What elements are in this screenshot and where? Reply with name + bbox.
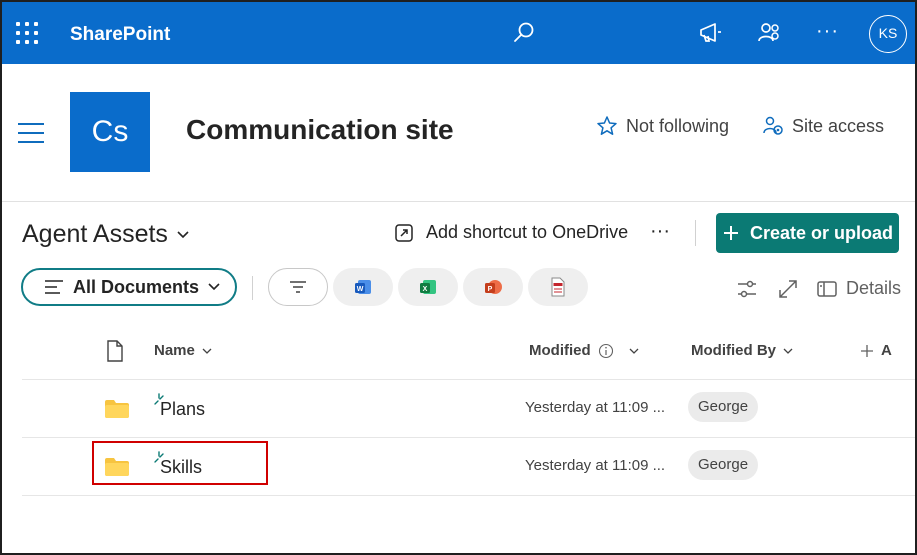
- megaphone-icon[interactable]: [696, 19, 724, 47]
- details-label: Details: [846, 278, 902, 298]
- shortcut-label: Add shortcut to OneDrive: [426, 222, 629, 242]
- word-icon: W: [355, 280, 371, 294]
- library-title-text: Agent Assets: [22, 220, 168, 248]
- filter-button[interactable]: [268, 268, 328, 306]
- create-or-upload-button[interactable]: Create or upload: [716, 213, 899, 253]
- pdf-icon: [551, 277, 565, 297]
- site-access-label: Site access: [792, 115, 885, 136]
- plus-icon: [861, 344, 873, 357]
- item-modified-by[interactable]: George: [688, 450, 759, 480]
- people-settings-icon[interactable]: [755, 19, 783, 47]
- powerpoint-icon: P: [485, 280, 502, 294]
- column-settings-icon[interactable]: [736, 278, 758, 300]
- add-column-button[interactable]: A: [860, 342, 892, 359]
- site-title[interactable]: Communication site: [186, 114, 454, 146]
- svg-text:X: X: [423, 286, 428, 293]
- column-name-label: Name: [154, 342, 195, 359]
- item-modified-by[interactable]: George: [688, 392, 759, 422]
- list-view-icon: [45, 280, 63, 294]
- details-pane-icon: [817, 280, 837, 297]
- more-commands-icon[interactable]: ···: [650, 220, 670, 243]
- chevron-down-icon: [208, 283, 220, 291]
- pdf-filter-button[interactable]: [528, 268, 588, 306]
- svg-text:P: P: [488, 286, 493, 293]
- row-divider: [22, 495, 915, 496]
- sharepoint-brand[interactable]: SharePoint: [70, 24, 170, 46]
- create-label: Create or upload: [749, 222, 894, 243]
- hamburger-menu-icon[interactable]: [18, 123, 44, 143]
- column-header-modified[interactable]: Modified: [529, 342, 639, 359]
- view-label: All Documents: [73, 276, 200, 297]
- shortcut-icon: [395, 223, 413, 242]
- folder-icon: [105, 400, 129, 418]
- people-settings-icon: [763, 116, 783, 135]
- excel-icon: X: [420, 280, 436, 294]
- follow-button[interactable]: Not following: [596, 115, 729, 137]
- command-divider: [695, 220, 696, 246]
- site-logo[interactable]: Cs: [70, 92, 150, 172]
- excel-filter-button[interactable]: X: [398, 268, 458, 306]
- view-selector-button[interactable]: All Documents: [21, 268, 237, 306]
- site-access-button[interactable]: Site access: [762, 115, 884, 137]
- suite-bar: SharePoint ··· KS: [2, 2, 915, 64]
- header-divider: [2, 201, 915, 202]
- search-icon[interactable]: [510, 19, 538, 47]
- expand-icon[interactable]: [777, 278, 799, 300]
- item-name[interactable]: Plans: [160, 399, 205, 420]
- column-header-modified-by[interactable]: Modified By: [691, 342, 793, 359]
- add-shortcut-button[interactable]: Add shortcut to OneDrive: [394, 222, 628, 243]
- column-modified-label: Modified: [529, 342, 591, 359]
- filter-icon: [290, 281, 306, 293]
- item-modified: Yesterday at 11:09 ...: [525, 399, 666, 416]
- library-title[interactable]: Agent Assets: [22, 220, 190, 249]
- column-modified-by-label: Modified By: [691, 342, 776, 359]
- powerpoint-filter-button[interactable]: P: [463, 268, 523, 306]
- follow-label: Not following: [626, 115, 730, 136]
- word-filter-button[interactable]: W: [333, 268, 393, 306]
- sharepoint-window: SharePoint ··· KS Cs Communication site …: [0, 0, 917, 555]
- user-avatar[interactable]: KS: [869, 15, 907, 53]
- chevron-down-icon: [783, 348, 793, 354]
- item-modified: Yesterday at 11:09 ...: [525, 457, 666, 474]
- info-icon: [598, 343, 613, 358]
- app-launcher-icon[interactable]: [16, 22, 38, 44]
- plus-icon: [723, 226, 738, 240]
- filter-divider: [252, 276, 253, 300]
- star-icon: [597, 116, 617, 135]
- file-type-icon[interactable]: [106, 340, 124, 362]
- highlight-box: [92, 441, 268, 485]
- chevron-down-icon: [202, 348, 212, 354]
- column-header-name[interactable]: Name: [154, 342, 212, 359]
- add-column-label: A: [881, 342, 892, 359]
- details-button[interactable]: Details: [816, 278, 901, 299]
- table-row[interactable]: Plans Yesterday at 11:09 ... George: [22, 379, 915, 437]
- settings-more-icon[interactable]: ···: [816, 20, 839, 43]
- chevron-down-icon: [629, 348, 639, 354]
- svg-text:W: W: [357, 286, 364, 293]
- chevron-down-icon: [177, 230, 189, 238]
